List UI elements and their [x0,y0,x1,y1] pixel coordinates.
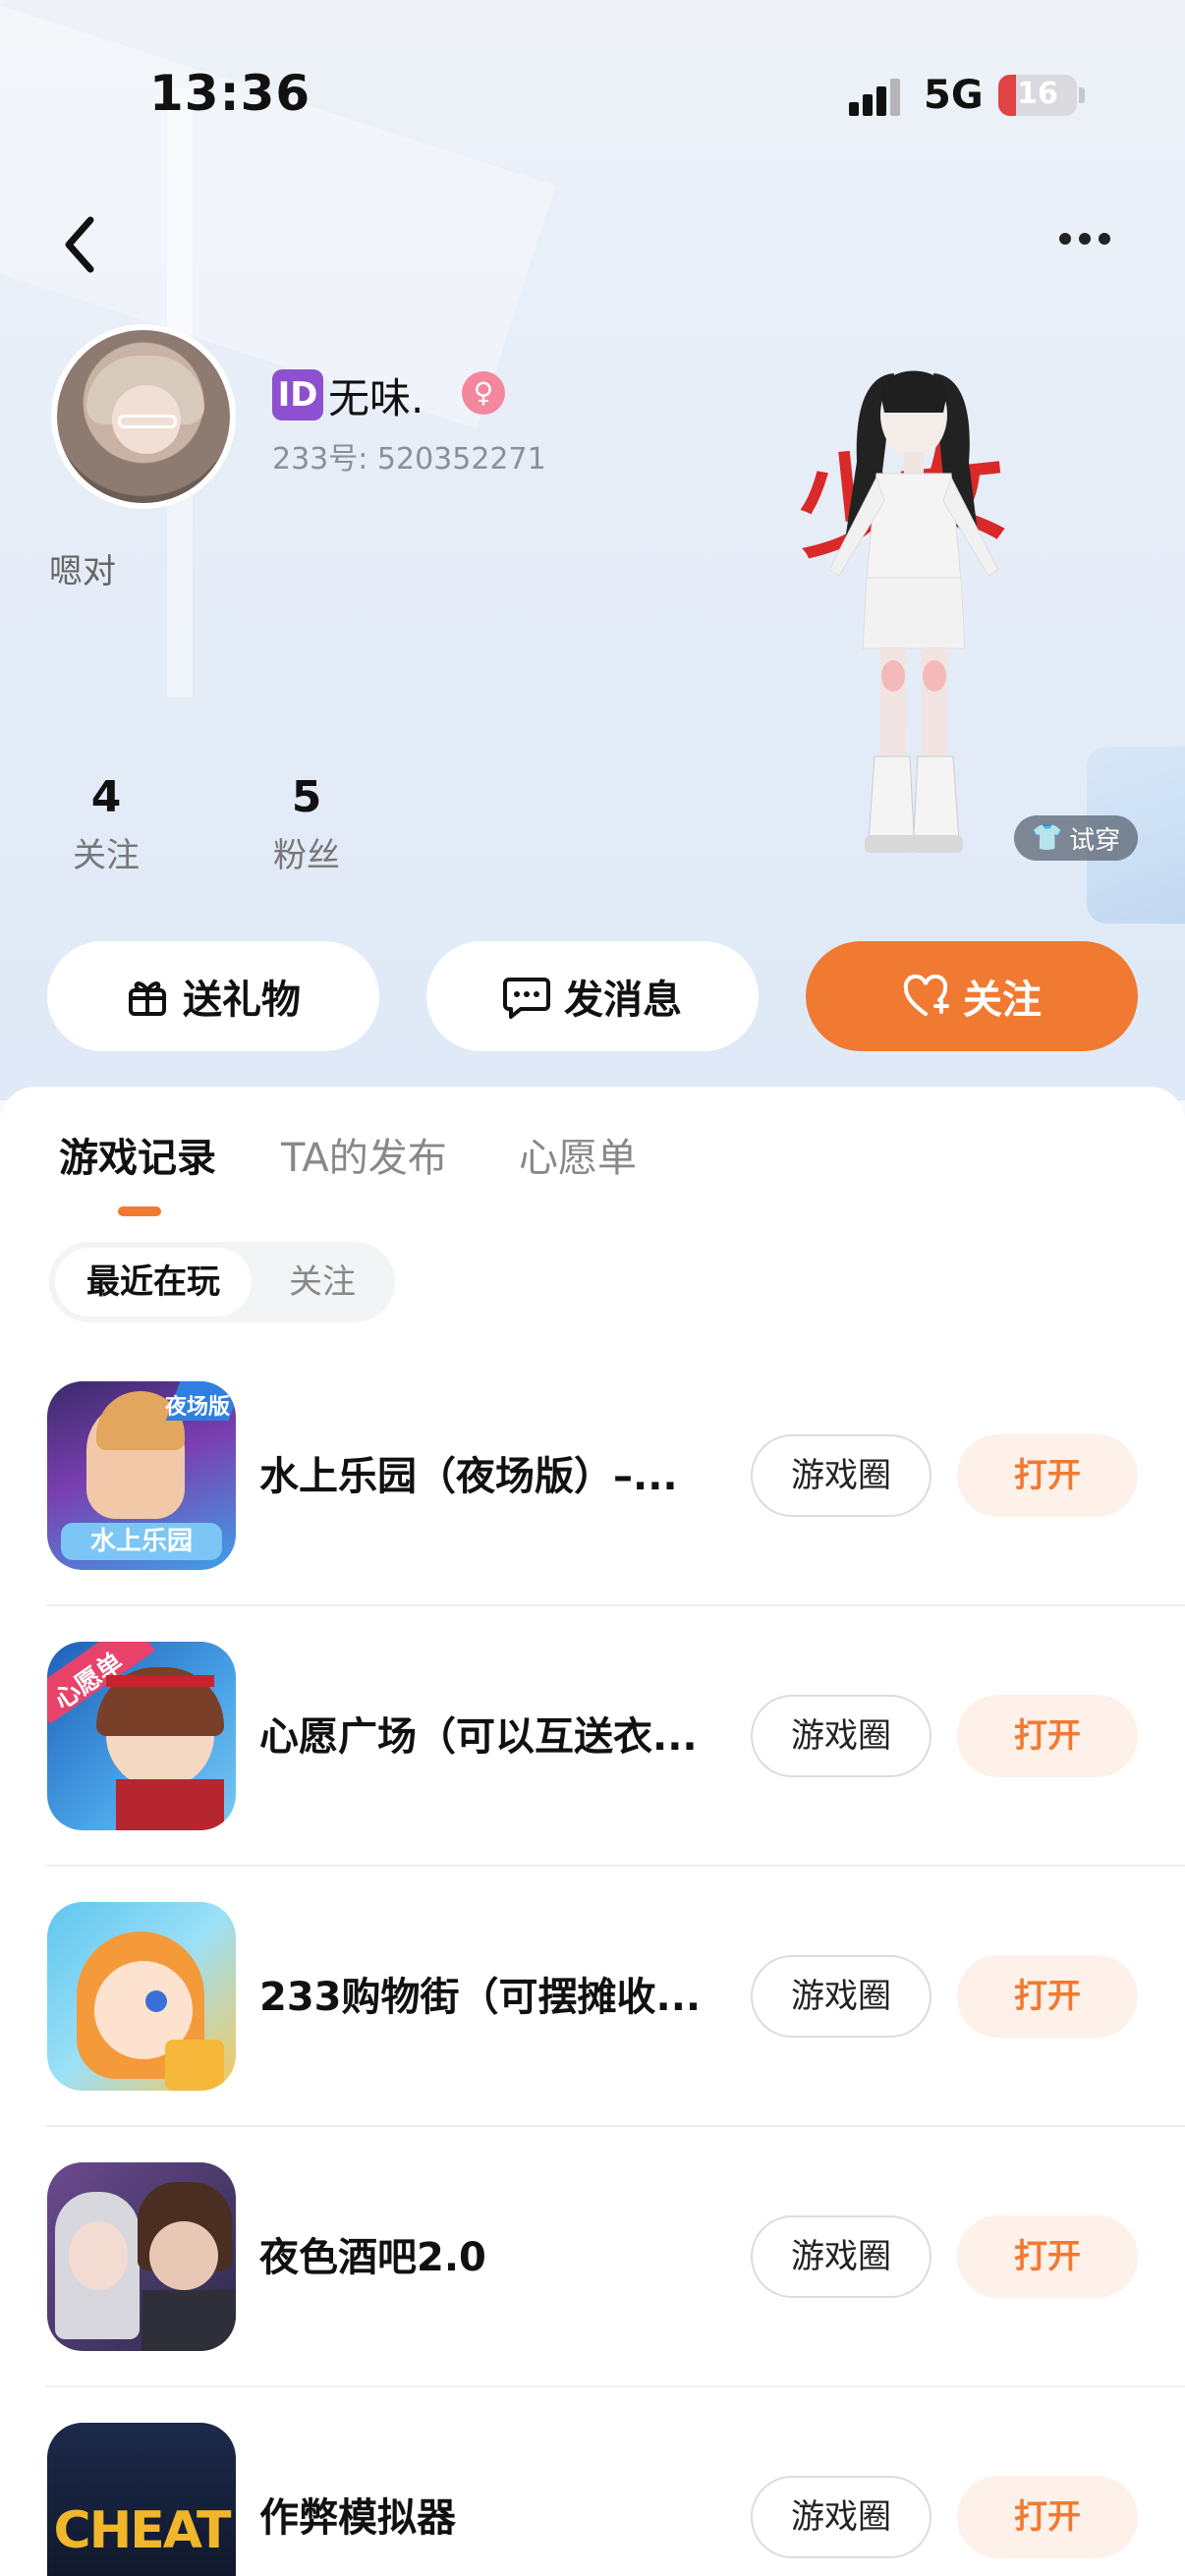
more-options-button[interactable] [1059,230,1122,259]
game-icon-badge: 夜场版 [164,1395,230,1420]
avatar[interactable] [51,324,236,509]
female-gender-icon: ♀ [462,371,505,415]
send-message-button[interactable]: 发消息 [426,941,759,1051]
following-count: 4 [90,772,122,822]
game-icon-water-park: 夜场版 水上乐园 [47,1381,236,1570]
signal-icon [849,77,904,116]
open-game-button[interactable]: 打开 [957,2215,1138,2298]
game-name: 233购物街（可摆摊收... [259,1975,702,2020]
game-row[interactable]: 夜场版 水上乐园 水上乐园（夜场版）–... 游戏圈 打开 [0,1346,1185,1606]
game-name: 夜色酒吧2.0 [259,2235,486,2280]
id-badge: ID [272,369,323,420]
segment-following[interactable]: 关注 [255,1248,389,1316]
bio: 嗯对 [49,552,116,591]
followers-label: 粉丝 [273,836,340,875]
follow-button[interactable]: 关注 [806,941,1138,1051]
nickname: 无味. [328,374,424,422]
game-circle-button[interactable]: 游戏圈 [751,2476,931,2558]
followers-count: 5 [291,772,322,822]
game-row[interactable]: CHEAT 作弊模拟器 游戏圈 打开 [0,2387,1185,2576]
game-icon-text: 水上乐园 [61,1523,222,1560]
try-on-button[interactable]: 👕 试穿 [1014,815,1138,861]
battery-icon: 16 [998,75,1077,116]
game-icon-wish-square: 心愿单 [47,1642,236,1830]
gift-icon [129,981,166,1016]
active-tab-indicator [118,1206,161,1216]
send-gift-button[interactable]: 送礼物 [47,941,379,1051]
game-circle-button[interactable]: 游戏圈 [751,1695,931,1777]
segment-recently-played[interactable]: 最近在玩 [55,1248,252,1316]
game-filter-segmented-control: 最近在玩 关注 [49,1242,395,1322]
following-stat[interactable]: 4 关注 [37,772,175,876]
game-icon-night-bar [47,2162,236,2351]
more-dot-icon [1079,233,1091,245]
game-row[interactable]: 233购物街（可摆摊收... 游戏圈 打开 [0,1867,1185,2127]
open-game-button[interactable]: 打开 [957,2476,1138,2558]
followers-stat[interactable]: 5 粉丝 [238,772,375,876]
back-button[interactable] [59,212,102,277]
heart-plus-icon [903,975,949,1016]
game-icon-cheat-simulator: CHEAT [47,2423,236,2576]
more-dot-icon [1099,233,1110,245]
game-circle-button[interactable]: 游戏圈 [751,2215,931,2298]
chat-bubble-icon [503,978,550,1019]
chevron-left-icon [65,216,94,273]
game-circle-button[interactable]: 游戏圈 [751,1434,931,1517]
battery-tip [1079,87,1085,103]
status-time: 13:36 [149,65,311,122]
tab-game-records[interactable]: 游戏记录 [59,1126,216,1183]
tab-wishlist[interactable]: 心愿单 [519,1126,637,1183]
game-icon-shopping-street [47,1902,236,2091]
game-name: 水上乐园（夜场版）–... [259,1454,678,1499]
try-on-label: 试穿 [1069,825,1121,856]
user-id[interactable]: 233号: 520352271 [272,434,546,477]
game-name: 心愿广场（可以互送衣... [259,1714,698,1760]
open-game-button[interactable]: 打开 [957,1434,1138,1517]
open-game-button[interactable]: 打开 [957,1955,1138,2038]
follow-label: 关注 [963,978,1042,1023]
3d-character-avatar[interactable] [786,354,1042,865]
tab-posts[interactable]: TA的发布 [281,1126,447,1183]
shirt-icon: 👕 [1031,823,1064,853]
open-game-button[interactable]: 打开 [957,1695,1138,1777]
game-row[interactable]: 心愿单 心愿广场（可以互送衣... 游戏圈 打开 [0,1606,1185,1867]
send-message-label: 发消息 [564,978,682,1023]
game-icon-text: CHEAT [53,2501,232,2560]
game-circle-button[interactable]: 游戏圈 [751,1955,931,2038]
following-label: 关注 [73,836,140,875]
send-gift-label: 送礼物 [183,978,301,1023]
network-type: 5G [924,73,984,118]
battery-level: 16 [1017,77,1058,111]
more-dot-icon [1059,233,1071,245]
game-row[interactable]: 夜色酒吧2.0 游戏圈 打开 [0,2127,1185,2387]
game-name: 作弊模拟器 [259,2495,456,2541]
